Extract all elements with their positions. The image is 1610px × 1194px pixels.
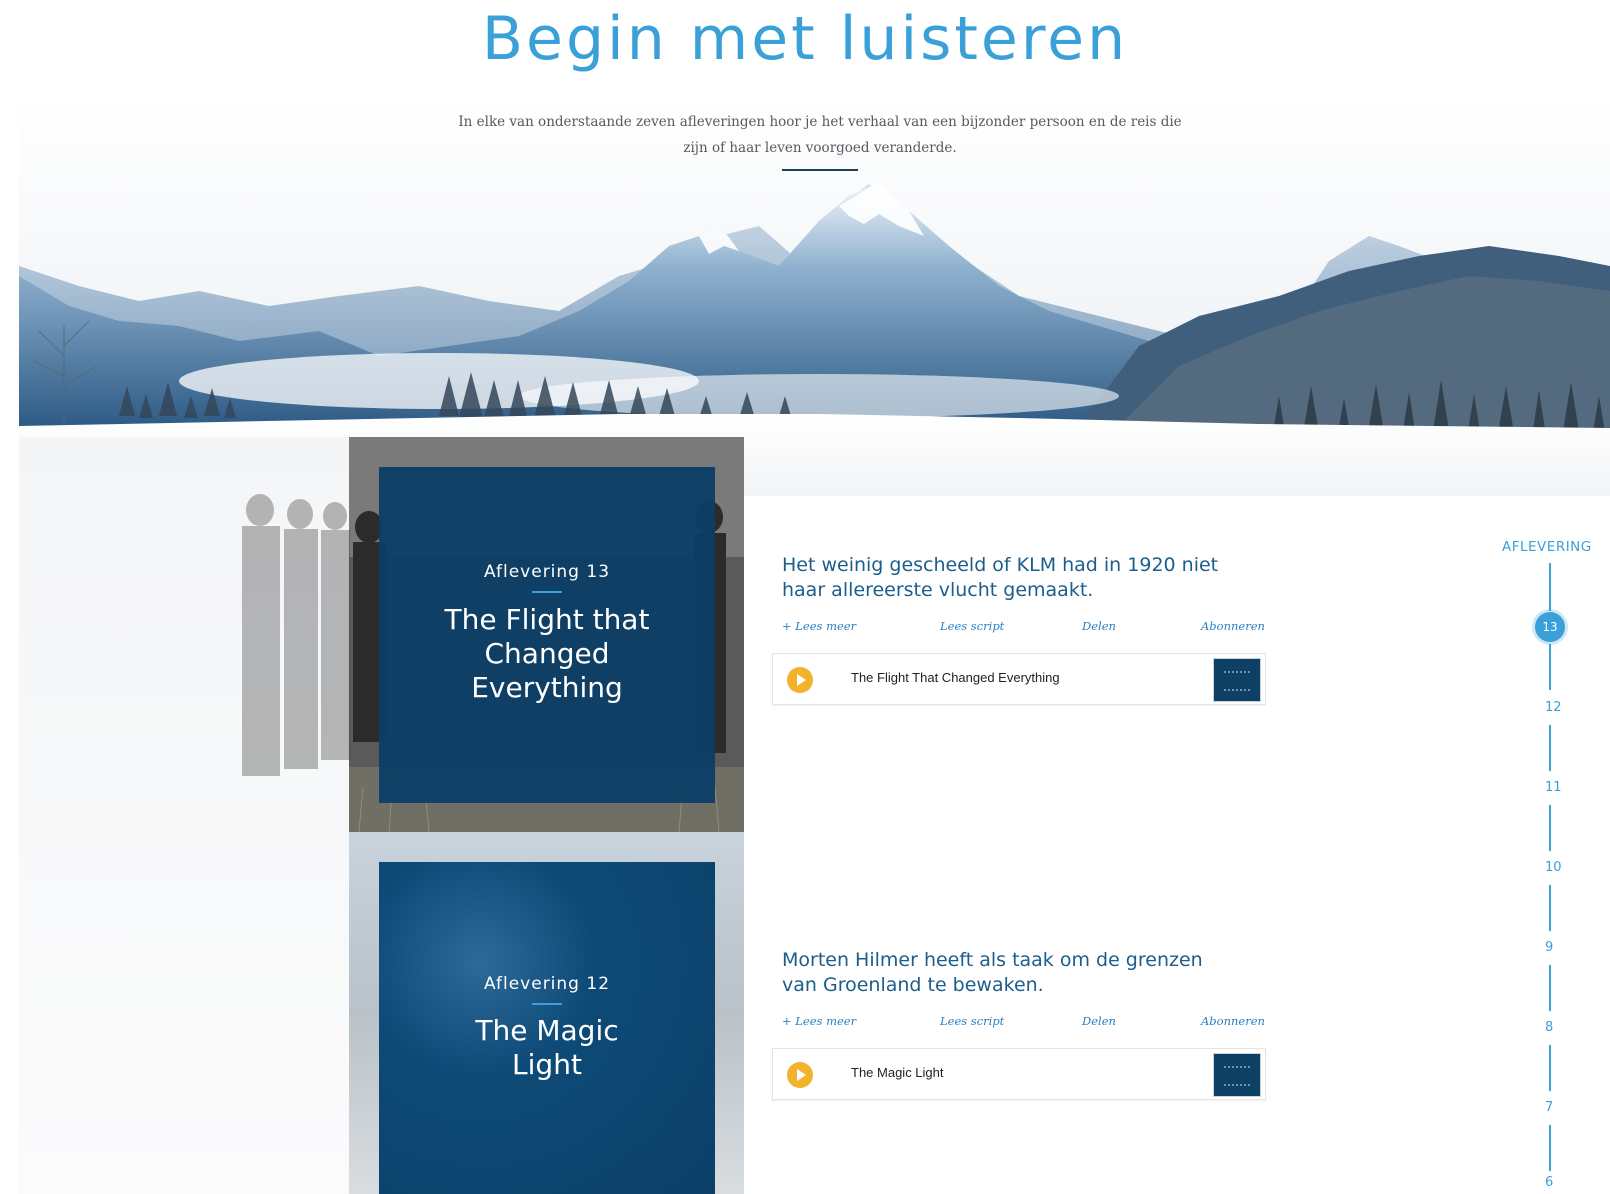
episode-card-13[interactable]: Aflevering 13 The Flight that Changed Ev… <box>379 467 715 803</box>
timeline-line <box>1549 805 1551 851</box>
title-line: Everything <box>471 671 623 704</box>
episode-dash <box>532 1003 562 1005</box>
faded-people-photo <box>200 470 351 800</box>
episode-links: + Lees meer Lees script Delen Abonneren <box>782 1014 1265 1032</box>
timeline-line <box>1549 1045 1551 1091</box>
title-line: The Magic <box>475 1014 619 1047</box>
play-icon[interactable] <box>787 667 813 693</box>
timeline-episode[interactable]: 7 <box>1545 1100 1553 1115</box>
share-link[interactable]: Delen <box>1082 619 1116 633</box>
share-link[interactable]: Delen <box>1082 1014 1116 1028</box>
timeline-line <box>1549 885 1551 931</box>
desc-line: haar allereerste vlucht gemaakt. <box>782 579 1094 601</box>
read-script-link[interactable]: Lees script <box>940 1014 1004 1028</box>
episode-label: Aflevering 12 <box>483 974 611 994</box>
desc-line: Morten Hilmer heeft als taak om de grenz… <box>782 949 1203 971</box>
timeline-line <box>1549 644 1551 690</box>
title-line: Light <box>512 1048 582 1081</box>
timeline-episode[interactable]: 9 <box>1545 940 1553 955</box>
timeline-line <box>1549 1125 1551 1171</box>
read-more-link[interactable]: + Lees meer <box>782 1014 856 1028</box>
intro-text: In elke van onderstaande zeven afleverin… <box>430 109 1210 161</box>
subscribe-link[interactable]: Abonneren <box>1201 1014 1265 1028</box>
timeline-episode[interactable]: 6 <box>1545 1175 1553 1190</box>
timeline-line <box>1549 965 1551 1011</box>
timeline-active-episode[interactable]: 13 <box>1535 612 1565 642</box>
timeline-line <box>1549 725 1551 771</box>
episode-title: The Magic Light <box>399 1014 695 1082</box>
episode-title: The Flight that Changed Everything <box>399 603 695 705</box>
episode-dash <box>532 591 562 593</box>
timeline-line <box>1549 563 1551 611</box>
episode-thumbnail <box>1213 1053 1261 1097</box>
audio-player[interactable]: The Flight That Changed Everything <box>772 653 1266 705</box>
intro-line-2: zijn of haar leven voorgoed veranderde. <box>683 139 957 156</box>
intro-line-1: In elke van onderstaande zeven afleverin… <box>458 113 1182 130</box>
read-more-link[interactable]: + Lees meer <box>782 619 856 633</box>
episode-card-12[interactable]: Aflevering 12 The Magic Light <box>379 862 715 1194</box>
episode-description: Het weinig gescheeld of KLM had in 1920 … <box>782 553 1272 603</box>
timeline-episode[interactable]: 12 <box>1545 700 1562 715</box>
timeline-episode[interactable]: 8 <box>1545 1020 1553 1035</box>
timeline-episode[interactable]: 10 <box>1545 860 1562 875</box>
play-icon[interactable] <box>787 1062 813 1088</box>
track-title: The Magic Light <box>851 1065 944 1080</box>
timeline-episode[interactable]: 11 <box>1545 780 1562 795</box>
title-line: The Flight that <box>444 603 650 636</box>
episode-thumbnail <box>1213 658 1261 702</box>
title-line: Changed <box>484 637 610 670</box>
intro-divider <box>782 169 858 171</box>
episode-description: Morten Hilmer heeft als taak om de grenz… <box>782 948 1272 998</box>
audio-player[interactable]: The Magic Light <box>772 1048 1266 1100</box>
desc-line: van Groenland te bewaken. <box>782 974 1044 996</box>
timeline-label: AFLEVERING <box>1502 539 1592 555</box>
subscribe-link[interactable]: Abonneren <box>1201 619 1265 633</box>
track-title: The Flight That Changed Everything <box>851 670 1060 685</box>
desc-line: Het weinig gescheeld of KLM had in 1920 … <box>782 554 1219 576</box>
page-title: Begin met luisteren <box>481 4 1129 74</box>
episode-links: + Lees meer Lees script Delen Abonneren <box>782 619 1265 637</box>
episode-label: Aflevering 13 <box>483 562 611 582</box>
read-script-link[interactable]: Lees script <box>940 619 1004 633</box>
